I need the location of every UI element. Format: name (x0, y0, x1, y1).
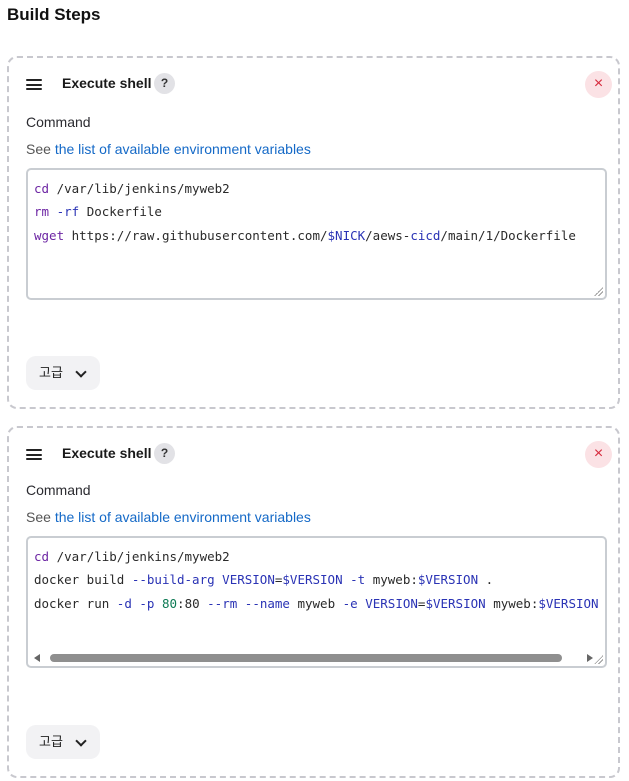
advanced-label: 고급 (39, 365, 63, 380)
code-line: cd /var/lib/jenkins/myweb2 (34, 181, 230, 196)
close-icon: × (593, 75, 604, 92)
env-prefix: See (26, 141, 51, 157)
env-vars-link[interactable]: the list of available environment variab… (55, 141, 311, 157)
code-line: cd /var/lib/jenkins/myweb2 (34, 549, 230, 564)
build-step-execute-shell-1: Execute shell ? × Command See the list o… (7, 56, 620, 409)
advanced-button[interactable]: 고급 (26, 356, 100, 390)
section-title: Build Steps (7, 5, 101, 24)
command-code: cd /var/lib/jenkins/myweb2 docker build … (34, 545, 599, 615)
chevron-down-icon (75, 366, 87, 378)
command-code: cd /var/lib/jenkins/myweb2 rm -rf Docker… (34, 177, 576, 247)
step-header: Execute shell ? × (9, 58, 618, 108)
env-prefix: See (26, 509, 51, 525)
code-line: docker build --build-arg VERSION=$VERSIO… (34, 572, 494, 588)
close-icon: × (593, 445, 604, 462)
code-line: docker run -d -p 80:80 --rm --name myweb… (34, 595, 599, 611)
command-label: Command (26, 482, 91, 498)
env-vars-hint: See the list of available environment va… (26, 509, 311, 525)
scrollbar-thumb[interactable] (50, 654, 562, 662)
drag-handle-icon[interactable] (26, 79, 42, 90)
env-vars-hint: See the list of available environment va… (26, 141, 311, 157)
help-icon[interactable]: ? (154, 443, 175, 464)
delete-step-button[interactable]: × (585, 441, 612, 468)
delete-step-button[interactable]: × (585, 71, 612, 98)
env-vars-link[interactable]: the list of available environment variab… (55, 509, 311, 525)
code-line: wget https://raw.githubusercontent.com/$… (34, 227, 576, 243)
step-title: Execute shell (62, 75, 152, 91)
step-header: Execute shell ? × (9, 428, 618, 478)
command-textarea[interactable]: cd /var/lib/jenkins/myweb2 rm -rf Docker… (26, 168, 607, 300)
resize-grip-icon[interactable] (594, 655, 603, 664)
code-line: rm -rf Dockerfile (34, 204, 162, 220)
build-step-execute-shell-2: Execute shell ? × Command See the list o… (7, 426, 620, 778)
command-label: Command (26, 114, 91, 130)
step-title: Execute shell (62, 445, 152, 461)
scroll-left-icon[interactable] (34, 654, 40, 662)
advanced-label: 고급 (39, 734, 63, 749)
scroll-right-icon[interactable] (587, 654, 593, 662)
chevron-down-icon (75, 735, 87, 747)
resize-grip-icon[interactable] (594, 287, 603, 296)
drag-handle-icon[interactable] (26, 449, 42, 460)
horizontal-scrollbar[interactable] (30, 652, 603, 664)
command-textarea[interactable]: cd /var/lib/jenkins/myweb2 docker build … (26, 536, 607, 668)
advanced-button[interactable]: 고급 (26, 725, 100, 759)
help-icon[interactable]: ? (154, 73, 175, 94)
